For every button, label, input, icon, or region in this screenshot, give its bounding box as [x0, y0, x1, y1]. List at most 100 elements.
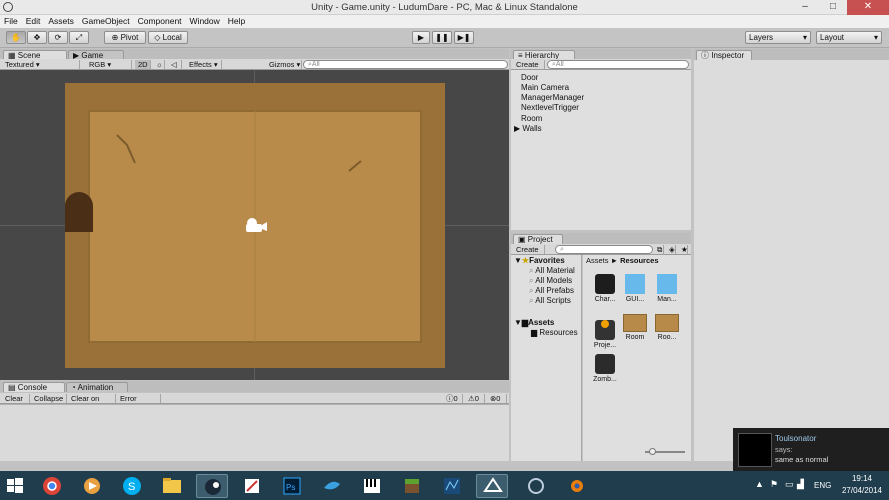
error-count-toggle[interactable]: ⊗0 — [487, 394, 507, 403]
tray-battery-icon[interactable]: ▭ — [785, 479, 794, 490]
paint-icon[interactable] — [236, 474, 268, 498]
tray-flag-icon[interactable]: ⚑ — [770, 479, 778, 490]
chrome-icon[interactable] — [36, 474, 68, 498]
scene-view[interactable] — [0, 70, 509, 380]
hierarchy-item[interactable]: Door — [521, 73, 538, 82]
skype-icon[interactable]: S — [116, 474, 148, 498]
error-pause-button[interactable]: Error Pause — [117, 394, 161, 412]
console-log-area[interactable] — [0, 404, 509, 461]
menu-gameobject[interactable]: GameObject — [78, 15, 134, 26]
hand-tool-icon[interactable]: ✋ — [6, 31, 26, 44]
favorite-item[interactable]: ⌕ All Models — [529, 276, 572, 286]
menu-help[interactable]: Help — [224, 15, 249, 26]
photoshop-icon[interactable]: Ps — [276, 474, 308, 498]
favorite-item[interactable]: ⌕ All Scripts — [529, 296, 571, 306]
tab-inspector[interactable]: ⓘ Inspector — [696, 50, 752, 60]
breadcrumb-assets[interactable]: Assets — [586, 256, 609, 265]
assets-folder[interactable]: ▼▆Assets — [514, 318, 554, 327]
menu-file[interactable]: File — [0, 15, 22, 26]
menu-window[interactable]: Window — [186, 15, 224, 26]
2d-toggle[interactable]: 2D — [135, 60, 151, 69]
minecraft-icon[interactable] — [396, 474, 428, 498]
blender-icon[interactable] — [560, 474, 592, 498]
log-count-toggle[interactable]: ⓘ0 — [443, 394, 463, 403]
favorite-item[interactable]: ⌕ All Material — [529, 266, 575, 276]
pivot-toggle[interactable]: ⊕ Pivot — [104, 31, 146, 44]
console-collapse-button[interactable]: Collapse — [31, 394, 67, 403]
file-explorer-icon[interactable] — [156, 474, 188, 498]
filter-label-icon[interactable]: ◈ — [666, 245, 676, 254]
close-button[interactable]: ✕ — [847, 0, 889, 15]
tray-chevron-icon[interactable]: ▲ — [755, 479, 764, 489]
hierarchy-item[interactable]: ManagerManager — [521, 93, 584, 102]
steam-icon[interactable] — [196, 474, 228, 498]
hierarchy-search-input[interactable]: ⌕All — [547, 60, 689, 69]
rgb-dropdown[interactable]: RGB ▾ — [86, 60, 132, 69]
local-toggle[interactable]: ◇ Local — [148, 31, 188, 44]
asset-room-prefab[interactable]: Room — [621, 314, 649, 341]
resources-folder[interactable]: ▆ Resources — [531, 328, 578, 337]
move-tool-icon[interactable]: ✥ — [27, 31, 47, 44]
media-player-icon[interactable] — [76, 474, 108, 498]
scale-tool-icon[interactable]: ⤢ — [69, 31, 89, 44]
asset-gui-prefab[interactable]: GUI... — [621, 274, 649, 303]
maximize-button[interactable]: □ — [819, 0, 847, 15]
asset-manager-prefab[interactable]: Man... — [653, 274, 681, 303]
layers-dropdown[interactable]: Layers ▾ — [745, 31, 811, 44]
shading-mode-dropdown[interactable]: Textured ▾ — [2, 60, 80, 69]
clear-on-play-button[interactable]: Clear on Play — [68, 394, 116, 412]
menu-component[interactable]: Component — [134, 15, 186, 26]
project-search-input[interactable]: ⌕ — [555, 245, 653, 254]
start-button[interactable] — [2, 474, 28, 498]
network-tool-icon[interactable] — [520, 474, 552, 498]
favorites-header[interactable]: ▼★Favorites — [514, 256, 565, 265]
console-clear-button[interactable]: Clear — [2, 394, 30, 403]
rotate-tool-icon[interactable]: ⟳ — [48, 31, 68, 44]
tab-console[interactable]: ▤ Console — [3, 382, 65, 392]
lighting-toggle-icon[interactable]: ☼ — [153, 60, 165, 69]
tab-project[interactable]: ▣ Project — [513, 234, 563, 244]
warning-count-toggle[interactable]: ⚠0 — [465, 394, 485, 403]
tray-language[interactable]: ENG — [814, 481, 831, 490]
gizmos-dropdown[interactable]: Gizmos ▾ — [266, 60, 302, 69]
asset-zombie-prefab[interactable]: Zomb... — [591, 354, 619, 383]
project-create-dropdown[interactable]: Create ▾ — [513, 245, 545, 263]
minimize-button[interactable]: – — [791, 0, 819, 15]
play-button[interactable]: ▶ — [412, 31, 430, 44]
camera-gizmo-icon[interactable] — [243, 216, 267, 234]
menu-edit[interactable]: Edit — [22, 15, 45, 26]
hierarchy-create-dropdown[interactable]: Create ▾ — [513, 60, 545, 78]
expand-arrow-icon[interactable]: ▶ — [514, 124, 520, 133]
tray-network-icon[interactable]: ▟ — [797, 479, 804, 490]
hierarchy-item[interactable]: Room — [521, 114, 542, 123]
audio-toggle-icon[interactable]: ◁ — [168, 60, 182, 69]
step-button[interactable]: ▶❚ — [454, 31, 474, 44]
thumbnail-size-slider[interactable] — [645, 448, 685, 455]
door-sprite[interactable] — [65, 192, 93, 232]
unity-taskbar-icon[interactable] — [476, 474, 508, 498]
fl-studio-icon[interactable] — [356, 474, 388, 498]
hierarchy-item[interactable]: NextlevelTrigger — [521, 103, 579, 112]
filter-type-icon[interactable]: ⧉ — [654, 245, 664, 254]
favorite-item[interactable]: ⌕ All Prefabs — [529, 286, 574, 296]
tab-animation[interactable]: ◔ Animation — [66, 382, 128, 392]
pause-button[interactable]: ❚❚ — [432, 31, 452, 44]
asset-character-prefab[interactable]: Char... — [591, 274, 619, 303]
layout-dropdown[interactable]: Layout ▾ — [816, 31, 882, 44]
breadcrumb-resources[interactable]: Resources — [620, 256, 658, 265]
steam-chat-notification[interactable]: Toulsonator says: same as normal — [733, 428, 889, 474]
scene-search-input[interactable]: ⌕All — [303, 60, 508, 69]
audio-tool-icon[interactable] — [436, 474, 468, 498]
paint-net-icon[interactable] — [316, 474, 348, 498]
effects-dropdown[interactable]: Effects ▾ — [186, 60, 222, 69]
hierarchy-item-walls[interactable]: ▶ Walls — [514, 124, 542, 133]
tray-clock[interactable]: 19:14 27/04/2014 — [840, 474, 884, 495]
project-toolbar: Create ▾ ⌕ ⧉ ◈ ★ — [511, 244, 691, 263]
favorite-star-icon[interactable]: ★ — [678, 245, 688, 254]
console-toolbar: Clear Collapse Clear on Play Error Pause… — [0, 393, 509, 412]
menu-assets[interactable]: Assets — [44, 15, 78, 26]
asset-projectile-prefab[interactable]: Proje... — [591, 314, 619, 349]
hierarchy-item[interactable]: Main Camera — [521, 83, 569, 92]
asset-room2-prefab[interactable]: Roo... — [653, 314, 681, 341]
window-title-bar: Unity - Game.unity - LudumDare - PC, Mac… — [0, 0, 889, 15]
